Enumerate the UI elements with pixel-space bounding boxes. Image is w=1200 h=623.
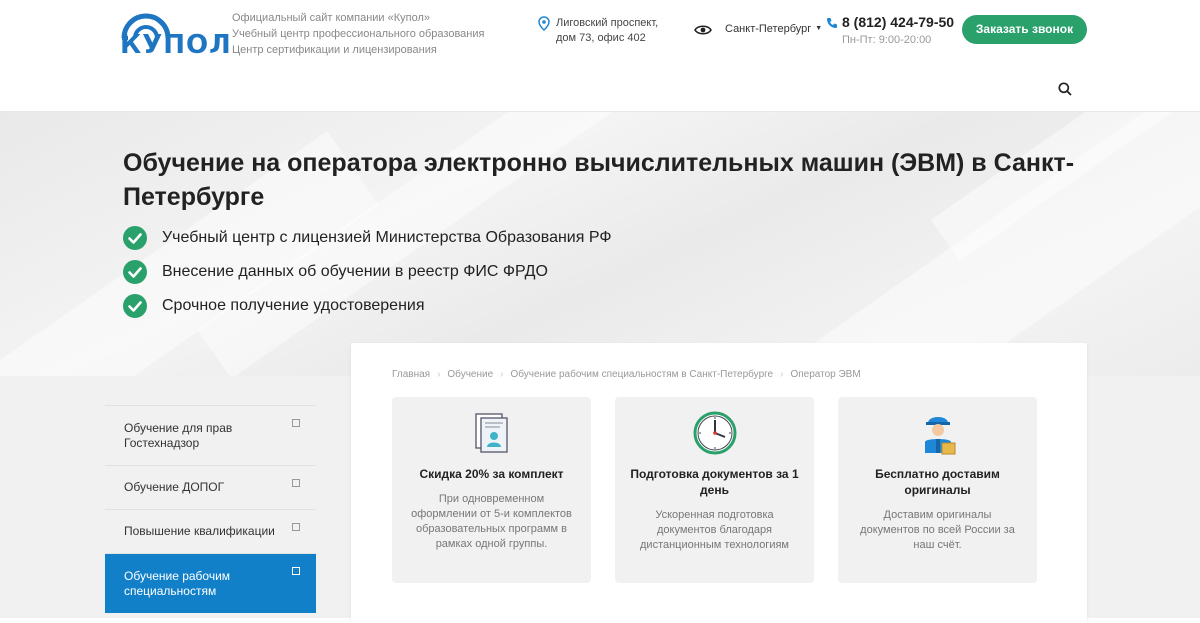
sidebar-item-worker-specialties[interactable]: Обучение рабочим специальностям — [105, 553, 316, 613]
expand-square-icon[interactable] — [292, 479, 300, 487]
company-logo[interactable]: КУПОЛ — [118, 8, 231, 60]
breadcrumb-link[interactable]: Обучение — [447, 369, 493, 380]
city-label: Санкт-Петербург — [725, 23, 812, 35]
check-circle-icon — [123, 226, 147, 250]
breadcrumb-link[interactable]: Обучение рабочим специальностям в Санкт-… — [510, 369, 773, 380]
sidebar-item-qualification[interactable]: Повышение квалификации — [105, 509, 316, 553]
sidebar-item-gostekhnadzor[interactable]: Обучение для прав Гостехнадзор — [105, 405, 316, 465]
phone-icon — [827, 18, 837, 28]
phone-number[interactable]: 8 (812) 424-79-50 — [842, 14, 954, 30]
benefit-card-discount: Скидка 20% за комплект При одновременном… — [392, 397, 591, 583]
expand-square-icon[interactable] — [292, 567, 300, 575]
card-title: Подготовка документов за 1 день — [630, 467, 799, 497]
site-header: КУПОЛ Официальный сайт компании «Купол» … — [0, 0, 1200, 112]
check-circle-icon — [123, 294, 147, 318]
breadcrumb-current: Оператор ЭВМ — [790, 369, 861, 380]
feature-text: Учебный центр с лицензией Министерства О… — [162, 229, 612, 246]
benefit-card-delivery: Бесплатно доставим оригиналы Доставим ор… — [838, 397, 1037, 583]
feature-item: Срочное получение удостоверения — [123, 293, 425, 319]
working-hours: Пн-Пт: 9:00-20:00 — [842, 34, 932, 46]
feature-item: Учебный центр с лицензией Министерства О… — [123, 225, 612, 251]
map-pin-icon — [538, 16, 550, 31]
card-text: При одновременном оформлении от 5-и комп… — [411, 493, 572, 550]
sidebar-item-label: Обучение ДОПОГ — [124, 480, 225, 494]
sidebar-item-label: Обучение для прав Гостехнадзор — [124, 420, 233, 450]
feature-item: Внесение данных об обучении в реестр ФИС… — [123, 259, 548, 285]
check-circle-icon — [123, 260, 147, 284]
page-title: Обучение на оператора электронно вычисли… — [123, 149, 1075, 211]
feature-text: Срочное получение удостоверения — [162, 297, 425, 314]
feature-text: Внесение данных об обучении в реестр ФИС… — [162, 263, 548, 280]
card-title: Бесплатно доставим оригиналы — [875, 467, 1000, 497]
address-line: Лиговский проспект, — [556, 17, 659, 29]
sidebar-menu: Обучение для прав Гостехнадзор Обучение … — [105, 405, 316, 613]
sidebar-item-label: Повышение квалификации — [124, 524, 275, 538]
address-line: дом 73, офис 402 — [556, 32, 646, 44]
benefit-card-fast-docs: Подготовка документов за 1 день Ускоренн… — [615, 397, 814, 583]
company-tagline: Официальный сайт компании «Купол» Учебны… — [232, 10, 484, 58]
city-selector[interactable]: Санкт-Петербург ▼ — [725, 23, 822, 35]
expand-square-icon[interactable] — [292, 419, 300, 427]
tagline-line: Центр сертификации и лицензирования — [232, 44, 437, 56]
card-text: Ускоренная подготовка документов благода… — [640, 509, 789, 551]
sidebar-item-dopog[interactable]: Обучение ДОПОГ — [105, 465, 316, 509]
caret-down-icon: ▼ — [815, 25, 823, 32]
breadcrumb-link[interactable]: Главная — [392, 369, 430, 380]
document-user-icon — [475, 413, 508, 453]
tagline-line: Учебный центр профессионального образова… — [232, 28, 485, 40]
sidebar-item-label: Обучение рабочим специальностям — [124, 568, 231, 598]
breadcrumb: Главная › Обучение › Обучение рабочим специа… — [392, 369, 861, 380]
eye-icon[interactable] — [694, 23, 712, 37]
card-title: Скидка 20% за комплект — [419, 467, 564, 481]
logo-text: КУПОЛ — [120, 30, 232, 60]
tagline-line: Официальный сайт компании «Купол» — [232, 12, 431, 24]
card-text: Доставим оригиналы документов по всей Ро… — [860, 509, 1015, 551]
callback-button[interactable]: Заказать звонок — [962, 15, 1087, 44]
clock-icon — [693, 411, 737, 455]
search-icon[interactable] — [1058, 82, 1072, 96]
expand-square-icon[interactable] — [292, 523, 300, 531]
courier-icon — [925, 417, 956, 455]
